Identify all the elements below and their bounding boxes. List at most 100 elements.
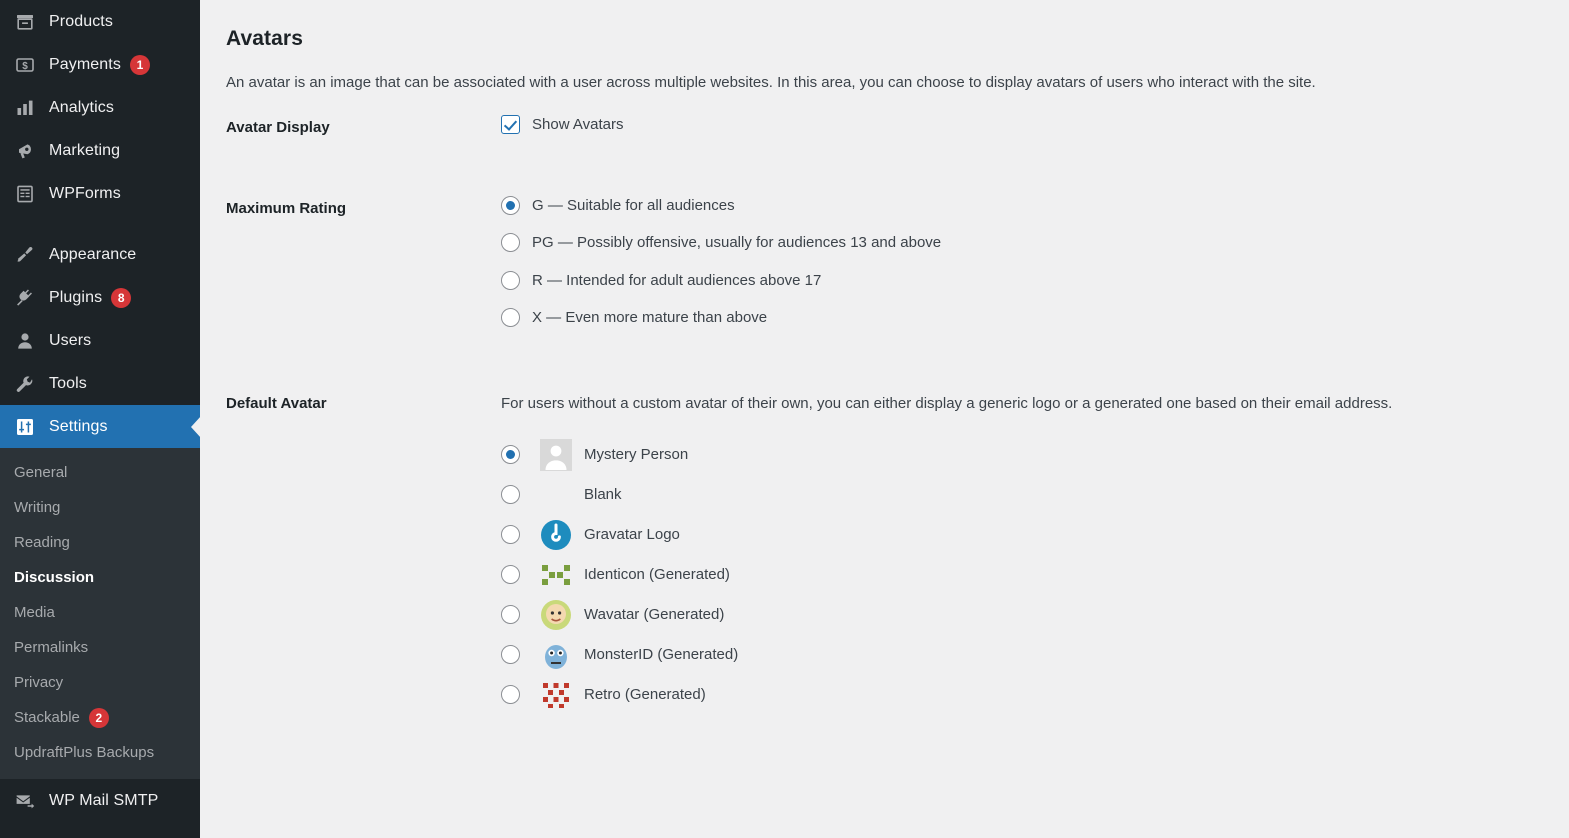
- wrench-icon: [14, 373, 36, 395]
- paintbrush-icon: [14, 244, 36, 266]
- avatar-option-label: Retro (Generated): [584, 685, 706, 703]
- avatar-option-gravatar-logo[interactable]: Gravatar Logo: [501, 515, 1546, 555]
- sidebar-bottom-menu: WP Mail SMTP: [0, 779, 200, 822]
- avatar-option-label: Wavatar (Generated): [584, 605, 725, 623]
- sidebar-item-settings[interactable]: Settings: [0, 405, 200, 448]
- avatar-preview-image: [540, 519, 572, 551]
- avatars-settings-table: Avatar Display Show Avatars Maximum Rati…: [226, 114, 1546, 715]
- avatar-option-label: Blank: [584, 485, 622, 503]
- avatar-display-control: Show Avatars: [501, 114, 1546, 135]
- admin-page: Products $ Payments 1 Analytics Marketing WPFo…: [0, 0, 1569, 838]
- default-avatar-description: For users without a custom avatar of the…: [501, 394, 1393, 412]
- avatar-option-monsterid-generated-[interactable]: MonsterID (Generated): [501, 635, 1546, 675]
- settings-submenu: General Writing Reading Discussion Media Perm…: [0, 448, 200, 779]
- wpforms-icon: [14, 183, 36, 205]
- submenu-item-label: Writing: [14, 499, 61, 516]
- sidebar-item-wpforms[interactable]: WPForms: [0, 172, 200, 215]
- default-avatar-row: Default Avatar For users without a custo…: [226, 391, 1546, 715]
- checkbox-checked-icon[interactable]: [501, 114, 520, 134]
- submenu-item-label: Stackable: [14, 709, 80, 726]
- rating-option-label: PG — Possibly offensive, usually for aud…: [532, 234, 942, 251]
- sidebar-item-users[interactable]: Users: [0, 319, 200, 362]
- sidebar-item-marketing[interactable]: Marketing: [0, 129, 200, 172]
- avatar-display-row: Avatar Display Show Avatars: [226, 114, 1546, 138]
- show-avatars-checkbox[interactable]: Show Avatars: [501, 114, 1546, 135]
- sidebar-item-wp-mail-smtp[interactable]: WP Mail SMTP: [0, 779, 200, 822]
- sidebar-badge-count: 8: [111, 287, 132, 308]
- radio-checked-icon[interactable]: [501, 195, 520, 215]
- radio-unchecked-icon[interactable]: [501, 308, 520, 328]
- avatar-option-identicon-generated-[interactable]: Identicon (Generated): [501, 555, 1546, 595]
- sidebar-item-plugins[interactable]: Plugins 8: [0, 276, 200, 319]
- sidebar-item-label: Analytics: [49, 98, 114, 116]
- active-menu-arrow-icon: [191, 415, 200, 438]
- rating-option-pg[interactable]: PG — Possibly offensive, usually for aud…: [501, 233, 1546, 253]
- radio-unchecked-icon[interactable]: [501, 605, 520, 624]
- sidebar-item-label: Tools: [49, 374, 87, 392]
- avatar-option-label: MonsterID (Generated): [584, 645, 739, 663]
- submenu-item-label: General: [14, 464, 68, 481]
- radio-unchecked-icon[interactable]: [501, 485, 520, 504]
- radio-unchecked-icon[interactable]: [501, 685, 520, 704]
- submenu-item-privacy[interactable]: Privacy: [0, 665, 200, 700]
- sidebar-item-label: Products: [49, 12, 113, 30]
- rating-option-label: G — Suitable for all audiences: [532, 196, 735, 214]
- avatar-option-label: Mystery Person: [584, 445, 689, 463]
- submenu-badge-count: 2: [88, 707, 109, 728]
- rating-option-x[interactable]: X — Even more mature than above: [501, 308, 1546, 328]
- user-icon: [14, 330, 36, 352]
- radio-unchecked-icon[interactable]: [501, 233, 520, 253]
- avatar-option-mystery-person[interactable]: Mystery Person: [501, 435, 1546, 475]
- maximum-rating-options: G — Suitable for all audiences PG — Possi…: [501, 195, 1546, 328]
- default-avatar-control: For users without a custom avatar of the…: [501, 391, 1546, 715]
- submenu-item-media[interactable]: Media: [0, 595, 200, 630]
- submenu-item-stackable[interactable]: Stackable 2: [0, 700, 200, 735]
- rating-option-r[interactable]: R — Intended for adult audiences above 1…: [501, 270, 1546, 291]
- main-content: Avatars An avatar is an image that can b…: [200, 0, 1569, 838]
- radio-checked-icon[interactable]: [501, 445, 520, 464]
- sidebar-item-analytics[interactable]: Analytics: [0, 86, 200, 129]
- sidebar-item-products[interactable]: Products: [0, 0, 200, 43]
- sidebar-item-label: Payments: [49, 55, 121, 73]
- rating-option-g[interactable]: G — Suitable for all audiences: [501, 195, 1546, 216]
- radio-unchecked-icon[interactable]: [501, 525, 520, 544]
- products-icon: [14, 11, 36, 33]
- avatar-option-blank[interactable]: Blank: [501, 475, 1546, 515]
- submenu-item-label: UpdraftPlus Backups: [14, 744, 155, 761]
- submenu-item-updraftplus-backups[interactable]: UpdraftPlus Backups: [0, 735, 200, 770]
- rating-option-label: R — Intended for adult audiences above 1…: [532, 271, 822, 289]
- submenu-item-writing[interactable]: Writing: [0, 490, 200, 525]
- sidebar-item-payments[interactable]: $ Payments 1: [0, 43, 200, 86]
- avatar-preview-image: [540, 638, 572, 671]
- sidebar-item-label: Settings: [49, 417, 108, 435]
- avatar-option-label: Gravatar Logo: [584, 525, 680, 543]
- sidebar-item-label: WP Mail SMTP: [49, 791, 159, 809]
- submenu-item-label: Permalinks: [14, 639, 89, 656]
- sidebar-item-label: Plugins: [49, 288, 103, 306]
- submenu-item-permalinks[interactable]: Permalinks: [0, 630, 200, 665]
- avatar-option-wavatar-generated-[interactable]: Wavatar (Generated): [501, 595, 1546, 635]
- submenu-item-general[interactable]: General: [0, 455, 200, 490]
- avatar-option-retro-generated-[interactable]: Retro (Generated): [501, 675, 1546, 715]
- analytics-icon: [14, 97, 36, 119]
- submenu-item-discussion[interactable]: Discussion: [0, 560, 200, 595]
- sidebar-item-appearance[interactable]: Appearance: [0, 233, 200, 276]
- maximum-rating-row: Maximum Rating G — Suitable for all audi…: [226, 195, 1546, 328]
- show-avatars-label: Show Avatars: [532, 115, 624, 133]
- svg-text:$: $: [22, 61, 28, 72]
- submenu-item-label: Privacy: [14, 674, 64, 691]
- submenu-item-label: Discussion: [14, 569, 95, 586]
- radio-unchecked-icon[interactable]: [501, 565, 520, 584]
- settings-icon: [14, 416, 36, 438]
- megaphone-icon: [14, 140, 36, 162]
- radio-unchecked-icon[interactable]: [501, 645, 520, 664]
- sidebar-item-label: WPForms: [49, 184, 121, 202]
- page-description: An avatar is an image that can be associ…: [226, 74, 1316, 91]
- plug-icon: [14, 287, 36, 309]
- payments-icon: $: [14, 54, 36, 76]
- sidebar-item-tools[interactable]: Tools: [0, 362, 200, 405]
- sidebar-item-label: Marketing: [49, 141, 121, 159]
- radio-unchecked-icon[interactable]: [501, 270, 520, 290]
- submenu-item-reading[interactable]: Reading: [0, 525, 200, 560]
- sidebar-divider: [0, 215, 200, 233]
